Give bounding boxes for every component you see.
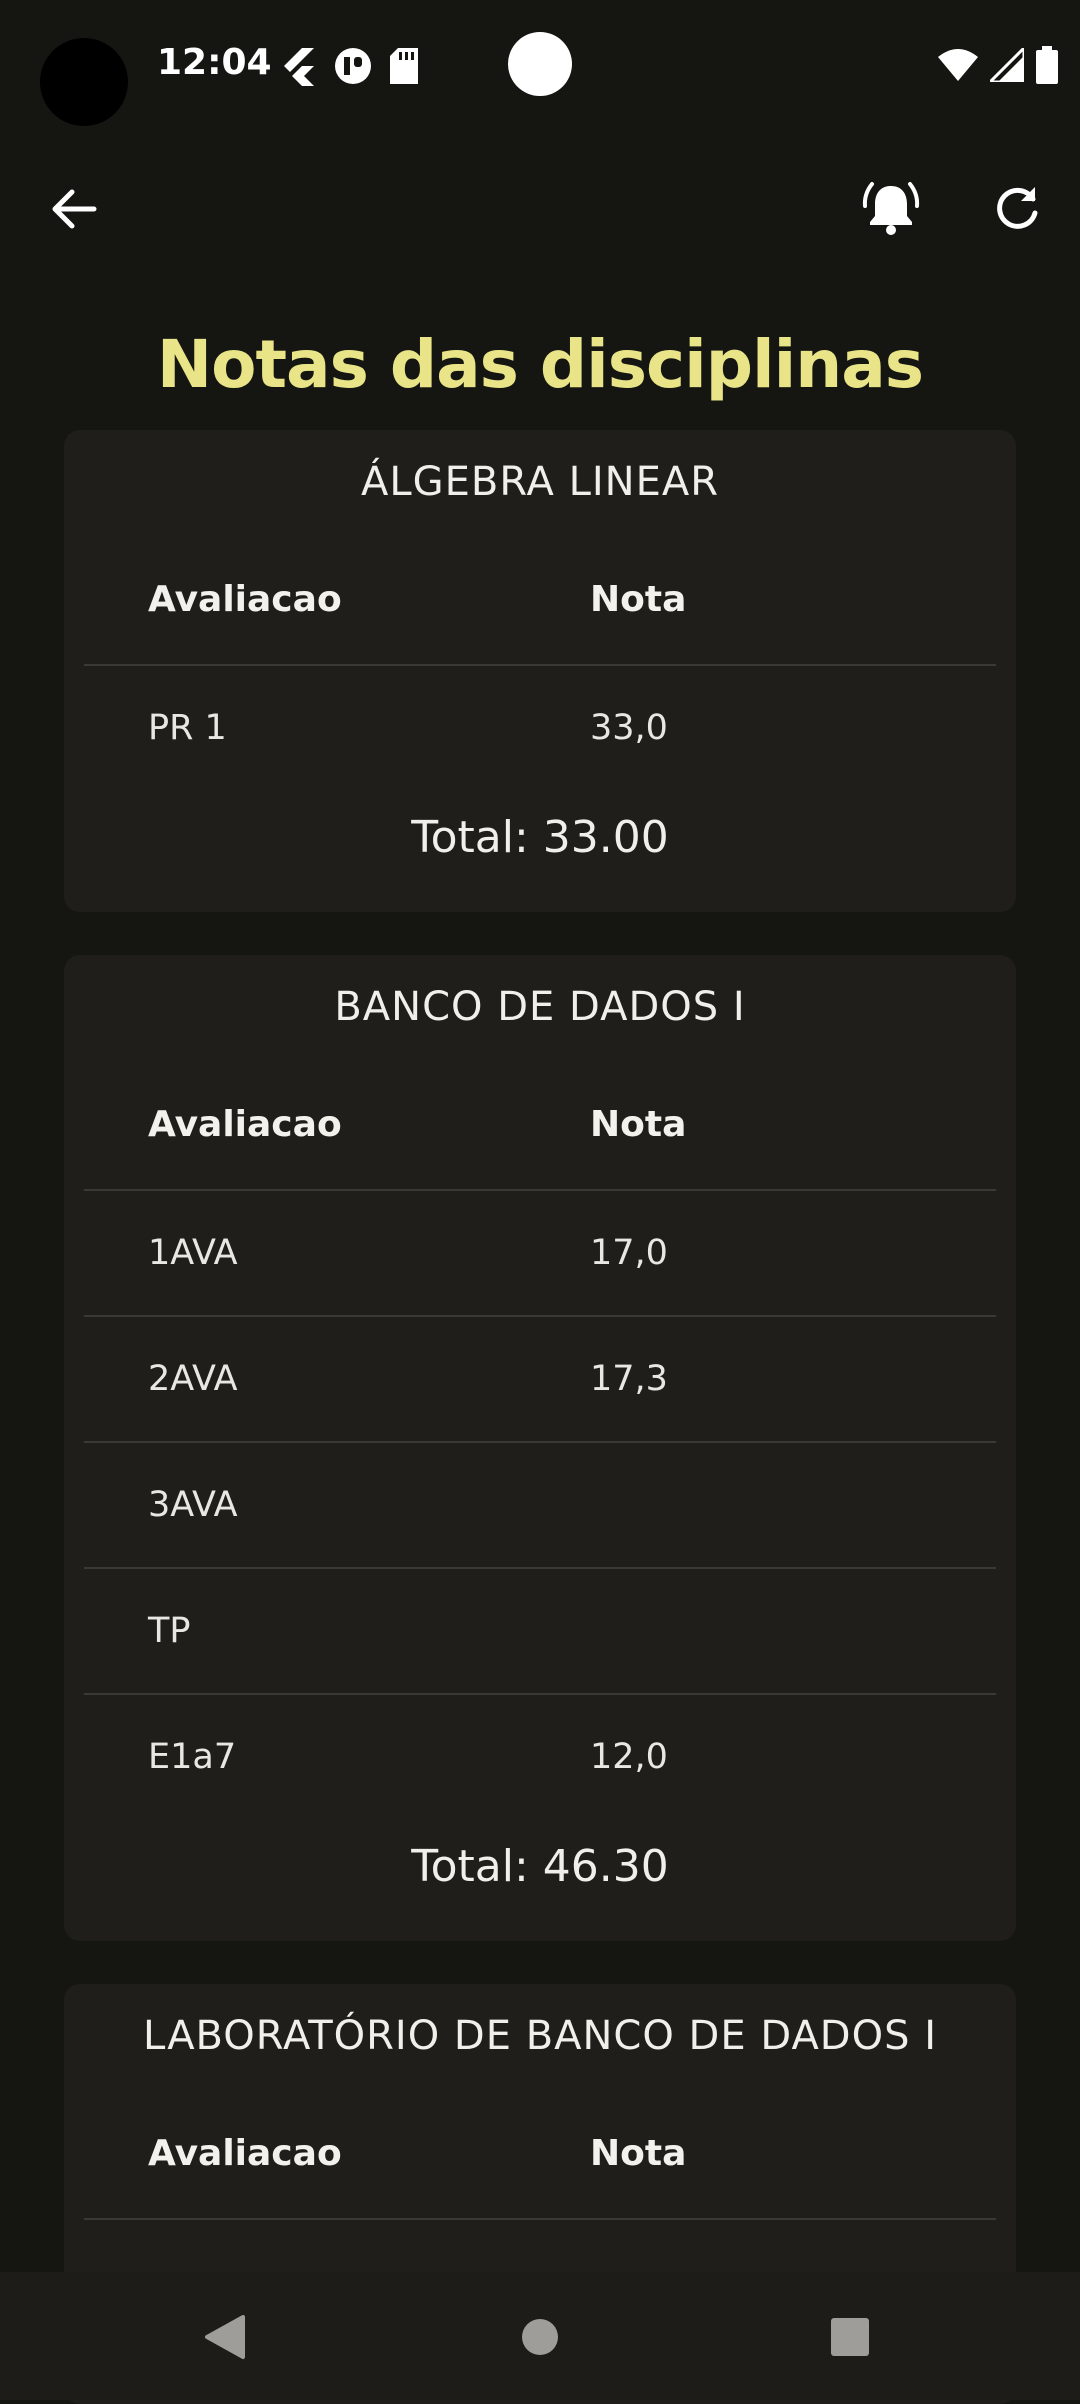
evaluation-cell: PR 1: [148, 708, 227, 748]
table-header: Avaliacao Nota: [84, 2088, 996, 2220]
system-navigation-bar: [0, 2272, 1080, 2400]
avatar: [40, 38, 128, 126]
status-time: 12:04: [157, 42, 272, 83]
evaluation-cell: E1a7: [148, 1737, 237, 1777]
course-total: Total: 46.30: [411, 1841, 669, 1892]
course-card: BANCO DE DADOS I Avaliacao Nota 1AVA 17,…: [64, 955, 1016, 1941]
page-title: Notas das disciplinas: [156, 326, 924, 403]
wifi-icon: [938, 49, 978, 81]
table-row: PR 1 33,0: [84, 666, 996, 790]
refresh-icon: [997, 187, 1038, 229]
nav-back-button[interactable]: [190, 2302, 260, 2372]
course-card: ÁLGEBRA LINEAR Avaliacao Nota PR 1 33,0 …: [64, 430, 1016, 912]
column-header-evaluation: Avaliacao: [148, 1103, 342, 1145]
camera-cutout: [508, 32, 572, 96]
evaluation-cell: 2AVA: [148, 1359, 238, 1399]
cell-signal-icon: [990, 48, 1024, 82]
triangle-back-icon: [205, 2315, 245, 2359]
grade-cell: 12,0: [590, 1737, 668, 1777]
status-notification-icons: [280, 46, 418, 86]
app-badge-icon: [335, 48, 371, 84]
notifications-button[interactable]: [846, 164, 936, 254]
table-row: 1AVA 17,0: [84, 1191, 996, 1317]
column-header-evaluation: Avaliacao: [148, 578, 342, 620]
status-bar: 12:04: [0, 0, 1080, 130]
bell-ringing-icon: [862, 182, 920, 235]
table-row: 2AVA 17,3: [84, 1317, 996, 1443]
table-header: Avaliacao Nota: [84, 1059, 996, 1191]
battery-icon: [1036, 46, 1058, 84]
arrow-back-icon: [52, 189, 97, 229]
nav-home-button[interactable]: [505, 2302, 575, 2372]
evaluation-cell: 3AVA: [148, 1485, 238, 1525]
course-title: ÁLGEBRA LINEAR: [360, 459, 720, 505]
column-header-evaluation: Avaliacao: [148, 2132, 342, 2174]
refresh-button[interactable]: [972, 164, 1062, 254]
table-row: 3AVA: [84, 1443, 996, 1569]
table-row: E1a7 12,0: [84, 1695, 996, 1819]
nav-recents-button[interactable]: [815, 2302, 885, 2372]
evaluation-cell: TP: [148, 1611, 191, 1651]
column-header-grade: Nota: [590, 2132, 687, 2174]
square-recents-icon: [831, 2318, 869, 2356]
course-total: Total: 33.00: [411, 812, 669, 863]
grade-cell: 33,0: [590, 708, 668, 748]
course-title: LABORATÓRIO DE BANCO DE DADOS I: [142, 2013, 937, 2059]
grade-cell: 17,0: [590, 1233, 668, 1273]
app-bar: [0, 150, 1080, 270]
evaluation-cell: 1AVA: [148, 1233, 238, 1273]
flutter-icon: [284, 48, 314, 86]
grade-cell: 17,3: [590, 1359, 668, 1399]
course-title: BANCO DE DADOS I: [334, 984, 746, 1030]
circle-home-icon: [522, 2319, 558, 2355]
table-row: TP: [84, 1569, 996, 1695]
sd-card-icon: [390, 48, 418, 84]
back-button[interactable]: [28, 164, 118, 254]
column-header-grade: Nota: [590, 578, 687, 620]
status-system-icons: [938, 46, 1058, 84]
table-header: Avaliacao Nota: [84, 534, 996, 666]
column-header-grade: Nota: [590, 1103, 687, 1145]
